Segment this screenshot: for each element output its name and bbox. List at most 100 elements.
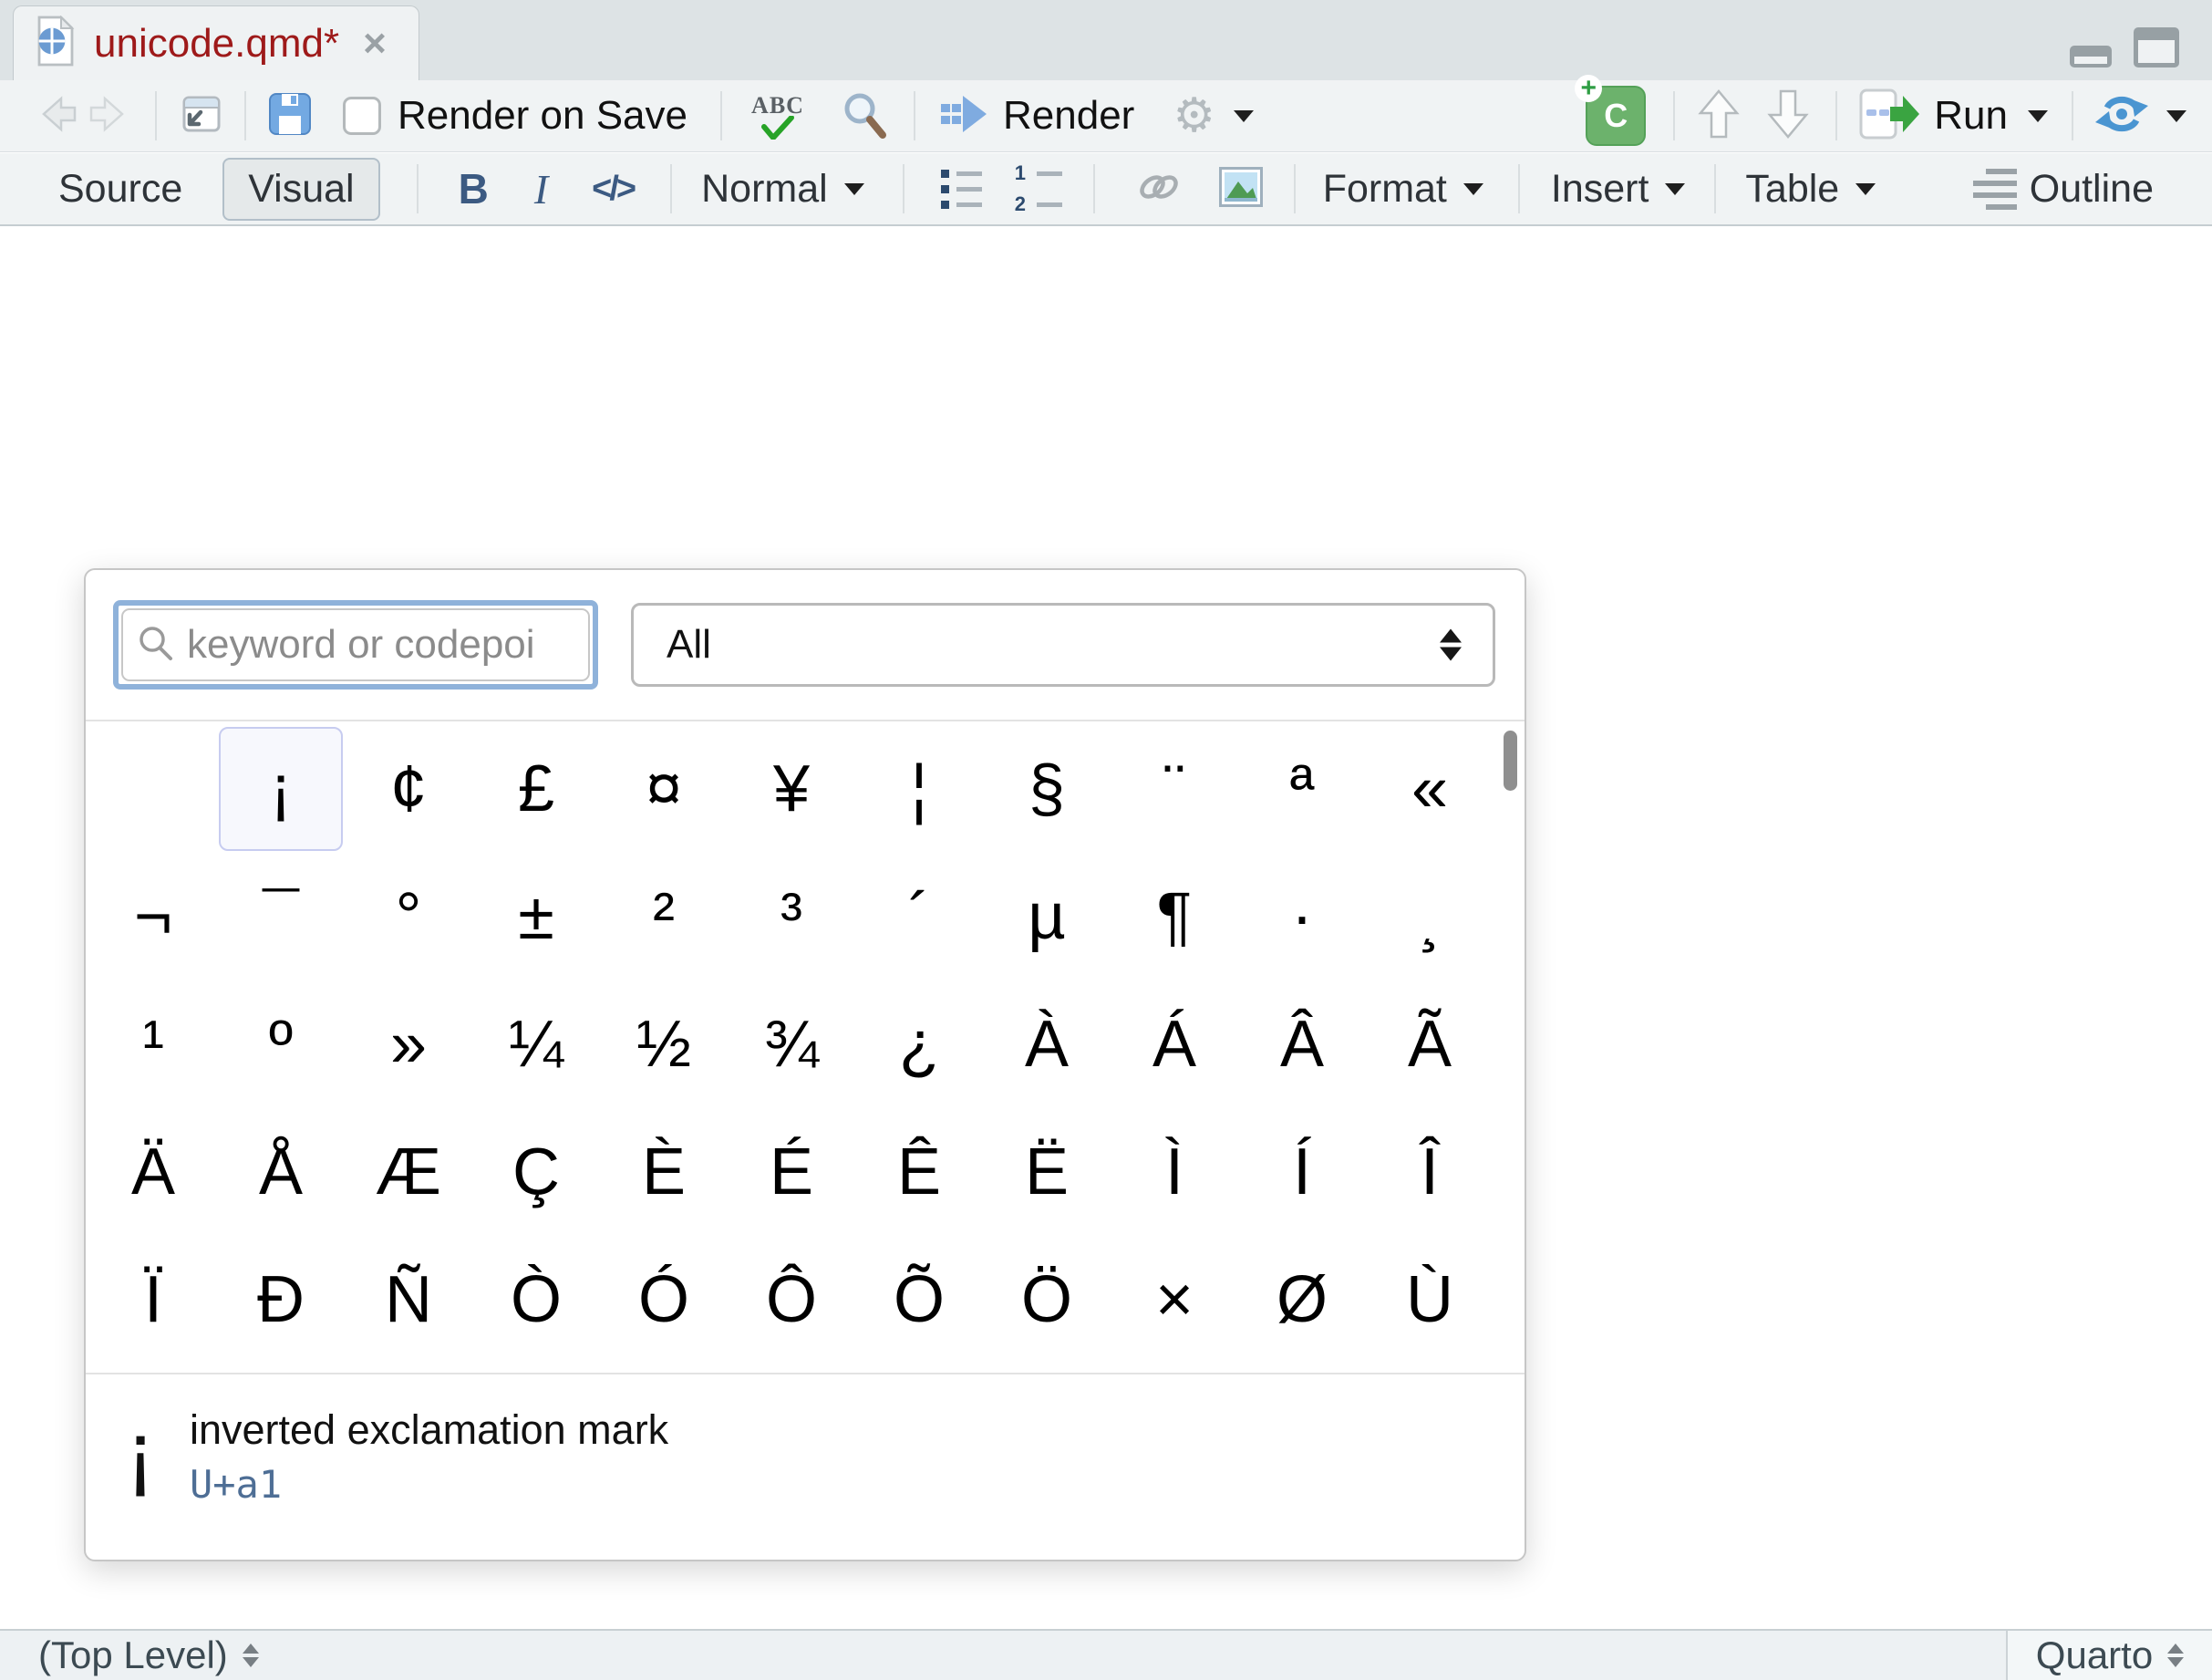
visual-mode-button[interactable]: Visual bbox=[222, 158, 379, 221]
char-cell[interactable]: À bbox=[985, 982, 1109, 1106]
char-cell[interactable]: Ò bbox=[474, 1238, 598, 1362]
filetype-selector[interactable]: Quarto bbox=[2006, 1631, 2212, 1680]
char-cell[interactable]: Ì bbox=[1112, 1110, 1236, 1234]
char-cell[interactable]: £ bbox=[474, 727, 598, 851]
table-menu[interactable]: Table bbox=[1745, 167, 1876, 212]
char-cell[interactable]: Ù bbox=[1368, 1238, 1492, 1362]
search-input[interactable] bbox=[185, 621, 535, 669]
char-cell[interactable]: ° bbox=[346, 855, 470, 979]
forward-icon[interactable] bbox=[88, 95, 129, 138]
char-cell[interactable]: ¸ bbox=[1368, 855, 1492, 979]
maximize-icon[interactable] bbox=[2134, 27, 2179, 67]
image-icon[interactable] bbox=[1219, 167, 1263, 212]
search-document-icon[interactable] bbox=[841, 89, 888, 143]
run-chevron-down-icon[interactable] bbox=[2028, 110, 2048, 122]
render-button[interactable]: Render bbox=[941, 93, 1134, 139]
char-cell[interactable]: ´ bbox=[857, 855, 981, 979]
code-button[interactable]: </> bbox=[592, 170, 634, 209]
link-icon[interactable] bbox=[1133, 169, 1184, 210]
format-menu[interactable]: Format bbox=[1323, 167, 1483, 212]
render-label: Render bbox=[1003, 93, 1134, 139]
publish-chevron-down-icon[interactable] bbox=[2166, 110, 2186, 122]
spellcheck-button[interactable]: ABC bbox=[742, 92, 813, 140]
char-cell[interactable]: Ë bbox=[985, 1110, 1109, 1234]
char-cell[interactable]: Õ bbox=[857, 1238, 981, 1362]
visual-editor-canvas[interactable]: All ¡¢£¤¥¦§¨ª« ¬¯°±²³´µ¶·¸ ¹º»¼½¾¿ÀÁÂÃ ÄÅÆÇ… bbox=[0, 228, 2212, 1629]
italic-button[interactable]: I bbox=[534, 165, 548, 213]
save-icon[interactable] bbox=[268, 92, 312, 140]
char-cell[interactable]: Ï bbox=[91, 1238, 215, 1362]
char-cell[interactable] bbox=[91, 727, 215, 851]
publish-icon[interactable] bbox=[2095, 92, 2148, 140]
char-cell[interactable]: Í bbox=[1240, 1110, 1364, 1234]
block-filter-select[interactable]: All bbox=[631, 603, 1495, 687]
char-cell[interactable]: Ö bbox=[985, 1238, 1109, 1362]
filetype-label: Quarto bbox=[2036, 1633, 2153, 1677]
paragraph-style-select[interactable]: Normal bbox=[701, 167, 864, 212]
char-cell[interactable]: Á bbox=[1112, 982, 1236, 1106]
insert-chunk-button[interactable]: C + bbox=[1586, 86, 1646, 146]
char-cell[interactable]: · bbox=[1240, 855, 1364, 979]
char-cell[interactable]: ¯ bbox=[219, 855, 343, 979]
char-cell[interactable]: µ bbox=[985, 855, 1109, 979]
render-options-chevron-down-icon[interactable] bbox=[1234, 110, 1254, 122]
char-cell[interactable]: « bbox=[1368, 727, 1492, 851]
char-cell[interactable]: Ñ bbox=[346, 1238, 470, 1362]
go-to-next-chunk-icon[interactable] bbox=[1766, 88, 1810, 145]
render-on-save-toggle[interactable]: Render on Save bbox=[343, 93, 687, 139]
char-cell[interactable]: È bbox=[602, 1110, 726, 1234]
char-cell[interactable]: ¥ bbox=[729, 727, 853, 851]
minimize-icon[interactable] bbox=[2070, 46, 2112, 67]
char-cell[interactable]: × bbox=[1112, 1238, 1236, 1362]
char-cell[interactable]: ¨ bbox=[1112, 727, 1236, 851]
grid-scrollbar-thumb[interactable] bbox=[1504, 731, 1517, 791]
back-icon[interactable] bbox=[36, 95, 78, 138]
char-cell[interactable]: ¾ bbox=[729, 982, 853, 1106]
char-cell[interactable]: Ã bbox=[1368, 982, 1492, 1106]
settings-gear-icon[interactable]: ⚙ bbox=[1173, 92, 1215, 140]
char-cell[interactable]: ¬ bbox=[91, 855, 215, 979]
outline-toggle[interactable]: Outline bbox=[1973, 167, 2154, 212]
char-cell[interactable]: É bbox=[729, 1110, 853, 1234]
char-cell[interactable]: ¼ bbox=[474, 982, 598, 1106]
char-cell[interactable]: » bbox=[346, 982, 470, 1106]
char-cell[interactable]: ¹ bbox=[91, 982, 215, 1106]
char-cell[interactable]: ² bbox=[602, 855, 726, 979]
char-cell[interactable]: Ô bbox=[729, 1238, 853, 1362]
go-to-previous-chunk-icon[interactable] bbox=[1697, 88, 1741, 145]
bullet-list-icon[interactable] bbox=[941, 170, 982, 209]
char-cell[interactable]: ³ bbox=[729, 855, 853, 979]
insert-menu[interactable]: Insert bbox=[1551, 167, 1686, 212]
char-cell[interactable]: Å bbox=[219, 1110, 343, 1234]
char-cell[interactable]: ¢ bbox=[346, 727, 470, 851]
char-cell[interactable]: ¦ bbox=[857, 727, 981, 851]
char-cell[interactable]: Æ bbox=[346, 1110, 470, 1234]
char-cell[interactable]: ½ bbox=[602, 982, 726, 1106]
char-cell[interactable]: ¡ bbox=[219, 727, 343, 851]
render-on-save-checkbox[interactable] bbox=[343, 97, 381, 135]
char-cell[interactable]: Ä bbox=[91, 1110, 215, 1234]
char-cell[interactable]: Ê bbox=[857, 1110, 981, 1234]
close-icon[interactable]: × bbox=[363, 24, 387, 64]
char-cell[interactable]: Â bbox=[1240, 982, 1364, 1106]
scope-selector[interactable]: (Top Level) bbox=[0, 1633, 259, 1677]
char-cell[interactable]: ± bbox=[474, 855, 598, 979]
char-cell[interactable]: ¿ bbox=[857, 982, 981, 1106]
char-cell[interactable]: Ç bbox=[474, 1110, 598, 1234]
char-cell[interactable]: º bbox=[219, 982, 343, 1106]
char-cell[interactable]: Î bbox=[1368, 1110, 1492, 1234]
bold-button[interactable]: B bbox=[459, 164, 489, 213]
numbered-list-icon[interactable]: 1 2 bbox=[1015, 163, 1062, 214]
char-cell[interactable]: Ø bbox=[1240, 1238, 1364, 1362]
insert-unicode-dialog: All ¡¢£¤¥¦§¨ª« ¬¯°±²³´µ¶·¸ ¹º»¼½¾¿ÀÁÂÃ ÄÅÆÇ… bbox=[84, 568, 1526, 1561]
popout-icon[interactable] bbox=[179, 93, 222, 140]
char-cell[interactable]: ¤ bbox=[602, 727, 726, 851]
char-cell[interactable]: Ó bbox=[602, 1238, 726, 1362]
char-cell[interactable]: Ð bbox=[219, 1238, 343, 1362]
tab-unicode-qmd[interactable]: unicode.qmd* × bbox=[13, 5, 419, 80]
run-button[interactable]: Run bbox=[1859, 88, 2048, 144]
char-cell[interactable]: ª bbox=[1240, 727, 1364, 851]
char-cell[interactable]: ¶ bbox=[1112, 855, 1236, 979]
source-mode-button[interactable]: Source bbox=[58, 167, 182, 212]
char-cell[interactable]: § bbox=[985, 727, 1109, 851]
